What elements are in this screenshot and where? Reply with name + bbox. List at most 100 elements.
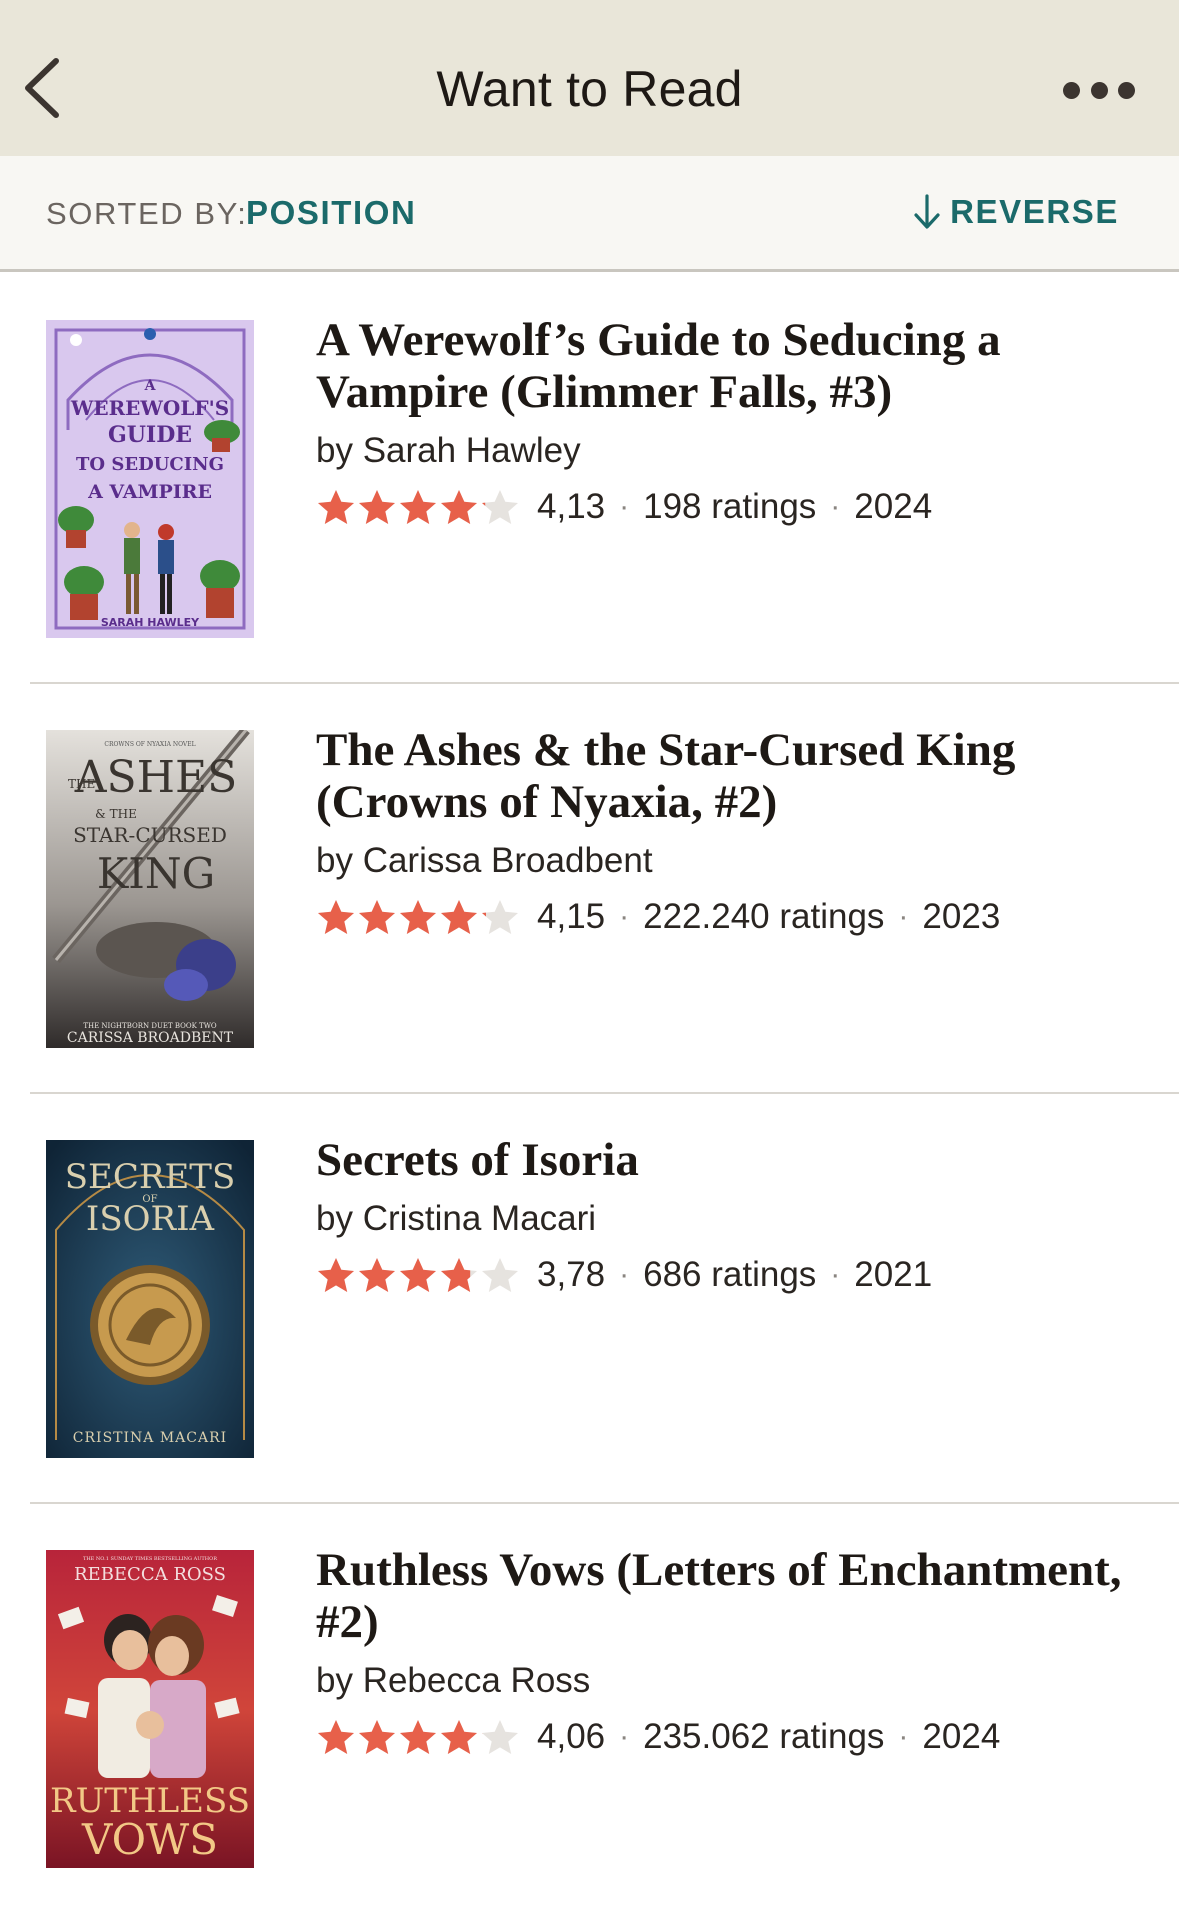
- cover-text: GUIDE: [108, 422, 192, 448]
- sort-option-button[interactable]: POSITION: [246, 194, 417, 232]
- separator-dot: ·: [619, 1258, 630, 1291]
- star-icon: [318, 900, 354, 934]
- average-rating: 4,06: [537, 1717, 606, 1756]
- cover-text: KING: [97, 849, 215, 898]
- book-meta: 4,06 · 235.062 ratings · 2024: [316, 1714, 1139, 1760]
- star-icon: [400, 1720, 436, 1754]
- book-meta: 4,15 · 222.240 ratings · 2023: [316, 894, 1139, 940]
- cover-text: THE NO.1 SUNDAY TIMES BESTSELLING AUTHOR: [83, 1556, 217, 1562]
- cover-text: STAR-CURSED: [73, 823, 227, 847]
- star-icon: [400, 490, 436, 524]
- book-meta: 3,78 · 686 ratings · 2021: [316, 1252, 1139, 1298]
- star-icon: [400, 1258, 436, 1292]
- average-rating: 3,78: [537, 1255, 606, 1294]
- nav-header: Want to Read: [0, 0, 1179, 156]
- publication-year: 2021: [854, 1255, 933, 1294]
- separator-dot: ·: [619, 900, 630, 933]
- cover-text: VOWS: [81, 1815, 218, 1864]
- book-title[interactable]: A Werewolf’s Guide to Seducing a Vampire…: [316, 314, 1139, 418]
- book-author[interactable]: by Carissa Broadbent: [316, 838, 1139, 884]
- book-row[interactable]: CROWNS OF NYAXIA NOVEL THE ASHES & THE S…: [0, 682, 1179, 1092]
- separator-dot: ·: [619, 490, 630, 523]
- book-author[interactable]: by Rebecca Ross: [316, 1658, 1139, 1704]
- cover-text: CROWNS OF NYAXIA NOVEL: [104, 741, 195, 748]
- book-cover-art: CROWNS OF NYAXIA NOVEL THE ASHES & THE S…: [46, 730, 254, 1048]
- reverse-label: REVERSE: [950, 193, 1119, 230]
- arrow-down-icon: [914, 194, 940, 229]
- book-info: Ruthless Vows (Letters of Enchantment, #…: [316, 1544, 1139, 1760]
- book-author[interactable]: by Sarah Hawley: [316, 428, 1139, 474]
- more-dot: [1090, 81, 1108, 99]
- ratings-count: 235.062 ratings: [643, 1717, 885, 1756]
- ratings-count: 222.240 ratings: [643, 897, 885, 936]
- cover-text: A: [144, 378, 157, 394]
- publication-year: 2024: [922, 1717, 1001, 1756]
- book-row[interactable]: SECRETS OF ISORIA CRISTINA MACARI Secret…: [0, 1092, 1179, 1502]
- book-cover-art: A WEREWOLF'S GUIDE TO SEDUCING A VAMPIRE: [46, 320, 254, 638]
- cover-text: ISORIA: [86, 1199, 215, 1239]
- cover-text: & THE: [95, 807, 137, 821]
- star-icon: [318, 490, 354, 524]
- more-options-button[interactable]: [1063, 75, 1135, 105]
- more-dot: [1118, 81, 1135, 99]
- page-title: Want to Read: [436, 61, 743, 117]
- book-title[interactable]: The Ashes & the Star-Cursed King (Crowns…: [316, 724, 1139, 828]
- book-cover[interactable]: THE NO.1 SUNDAY TIMES BESTSELLING AUTHOR…: [46, 1550, 254, 1868]
- ratings-count: 686 ratings: [643, 1255, 817, 1294]
- separator-dot: ·: [830, 1258, 841, 1291]
- separator-dot: ·: [830, 490, 841, 523]
- star-icon: [359, 900, 395, 934]
- sorted-by-label: SORTED BY:: [46, 196, 248, 231]
- book-cover[interactable]: A WEREWOLF'S GUIDE TO SEDUCING A VAMPIRE: [46, 320, 254, 638]
- sort-bar: SORTED BY: POSITION REVERSE: [0, 156, 1179, 272]
- star-rating: [316, 1718, 521, 1756]
- more-horizontal-icon: [1063, 81, 1080, 99]
- book-cover[interactable]: CROWNS OF NYAXIA NOVEL THE ASHES & THE S…: [46, 730, 254, 1048]
- star-icon: [359, 490, 395, 524]
- star-icon: [482, 900, 518, 934]
- separator-dot: ·: [898, 1720, 909, 1753]
- cover-author: CARISSA BROADBENT: [67, 1030, 234, 1046]
- cover-text: THE NIGHTBORN DUET BOOK TWO: [83, 1022, 217, 1030]
- star-icon: [482, 490, 518, 524]
- average-rating: 4,13: [537, 487, 606, 526]
- star-icon: [441, 900, 477, 934]
- cover-author: REBECCA ROSS: [74, 1564, 226, 1585]
- cover-author: CRISTINA MACARI: [73, 1430, 227, 1446]
- book-title[interactable]: Secrets of Isoria: [316, 1134, 1139, 1186]
- publication-year: 2024: [854, 487, 933, 526]
- book-author[interactable]: by Cristina Macari: [316, 1196, 1139, 1242]
- cover-text: WEREWOLF'S: [70, 396, 229, 420]
- cover-text: SECRETS: [65, 1157, 236, 1197]
- average-rating: 4,15: [537, 897, 606, 936]
- cover-text: A VAMPIRE: [87, 481, 212, 503]
- star-icon: [400, 900, 436, 934]
- ratings-count: 198 ratings: [643, 487, 817, 526]
- separator-dot: ·: [898, 900, 909, 933]
- book-info: Secrets of Isoria by Cristina Macari 3,7…: [316, 1134, 1139, 1298]
- star-icon: [318, 1258, 354, 1292]
- separator-dot: ·: [619, 1720, 630, 1753]
- book-cover-art: SECRETS OF ISORIA CRISTINA MACARI: [46, 1140, 254, 1458]
- book-title[interactable]: Ruthless Vows (Letters of Enchantment, #…: [316, 1544, 1139, 1648]
- cover-text: TO SEDUCING: [76, 454, 224, 475]
- star-icon: [441, 1258, 477, 1292]
- cover-text: ASHES: [74, 752, 238, 803]
- book-row[interactable]: A WEREWOLF'S GUIDE TO SEDUCING A VAMPIRE: [0, 272, 1179, 682]
- book-list: A WEREWOLF'S GUIDE TO SEDUCING A VAMPIRE: [0, 272, 1179, 1912]
- star-icon: [482, 1720, 518, 1754]
- reverse-sort-button[interactable]: REVERSE: [912, 192, 1119, 232]
- book-info: A Werewolf’s Guide to Seducing a Vampire…: [316, 314, 1139, 530]
- star-icon: [359, 1258, 395, 1292]
- book-cover[interactable]: SECRETS OF ISORIA CRISTINA MACARI: [46, 1140, 254, 1458]
- star-rating: [316, 1256, 521, 1294]
- cover-author: SARAH HAWLEY: [101, 616, 200, 629]
- star-icon: [318, 1720, 354, 1754]
- book-meta: 4,13 · 198 ratings · 2024: [316, 484, 1139, 530]
- star-icon: [441, 490, 477, 524]
- book-row[interactable]: THE NO.1 SUNDAY TIMES BESTSELLING AUTHOR…: [0, 1502, 1179, 1912]
- star-icon: [441, 1720, 477, 1754]
- star-rating: [316, 488, 521, 526]
- book-info: The Ashes & the Star-Cursed King (Crowns…: [316, 724, 1139, 940]
- star-rating: [316, 898, 521, 936]
